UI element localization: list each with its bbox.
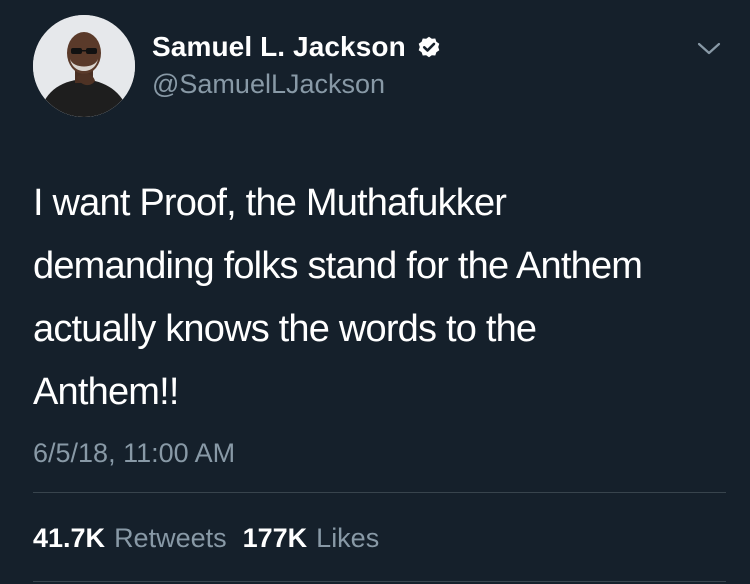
chevron-down-icon[interactable] [696, 40, 722, 58]
likes-label: Likes [316, 523, 380, 553]
name-row: Samuel L. Jackson [152, 30, 442, 64]
user-handle[interactable]: @SamuelLJackson [152, 68, 442, 100]
divider [33, 492, 726, 493]
retweets-count: 41.7K [33, 523, 106, 553]
likes-count: 177K [242, 523, 308, 553]
tweet-timestamp[interactable]: 6/5/18, 11:00 AM [33, 436, 235, 470]
tweet-detail: Samuel L. Jackson @SamuelLJackson I want… [0, 0, 750, 584]
divider [33, 581, 726, 582]
user-info: Samuel L. Jackson @SamuelLJackson [152, 30, 442, 100]
verified-badge-icon [416, 34, 442, 60]
avatar-image [33, 15, 135, 117]
engagement-stats: 41.7K Retweets 177K Likes [33, 521, 395, 555]
likes-stat[interactable]: 177K Likes [243, 521, 380, 555]
avatar[interactable] [33, 15, 135, 117]
tweet-text: I want Proof, the Muthafukker demanding … [33, 182, 643, 413]
display-name[interactable]: Samuel L. Jackson [152, 30, 406, 64]
retweets-label: Retweets [114, 523, 227, 553]
retweets-stat[interactable]: 41.7K Retweets [33, 521, 227, 555]
